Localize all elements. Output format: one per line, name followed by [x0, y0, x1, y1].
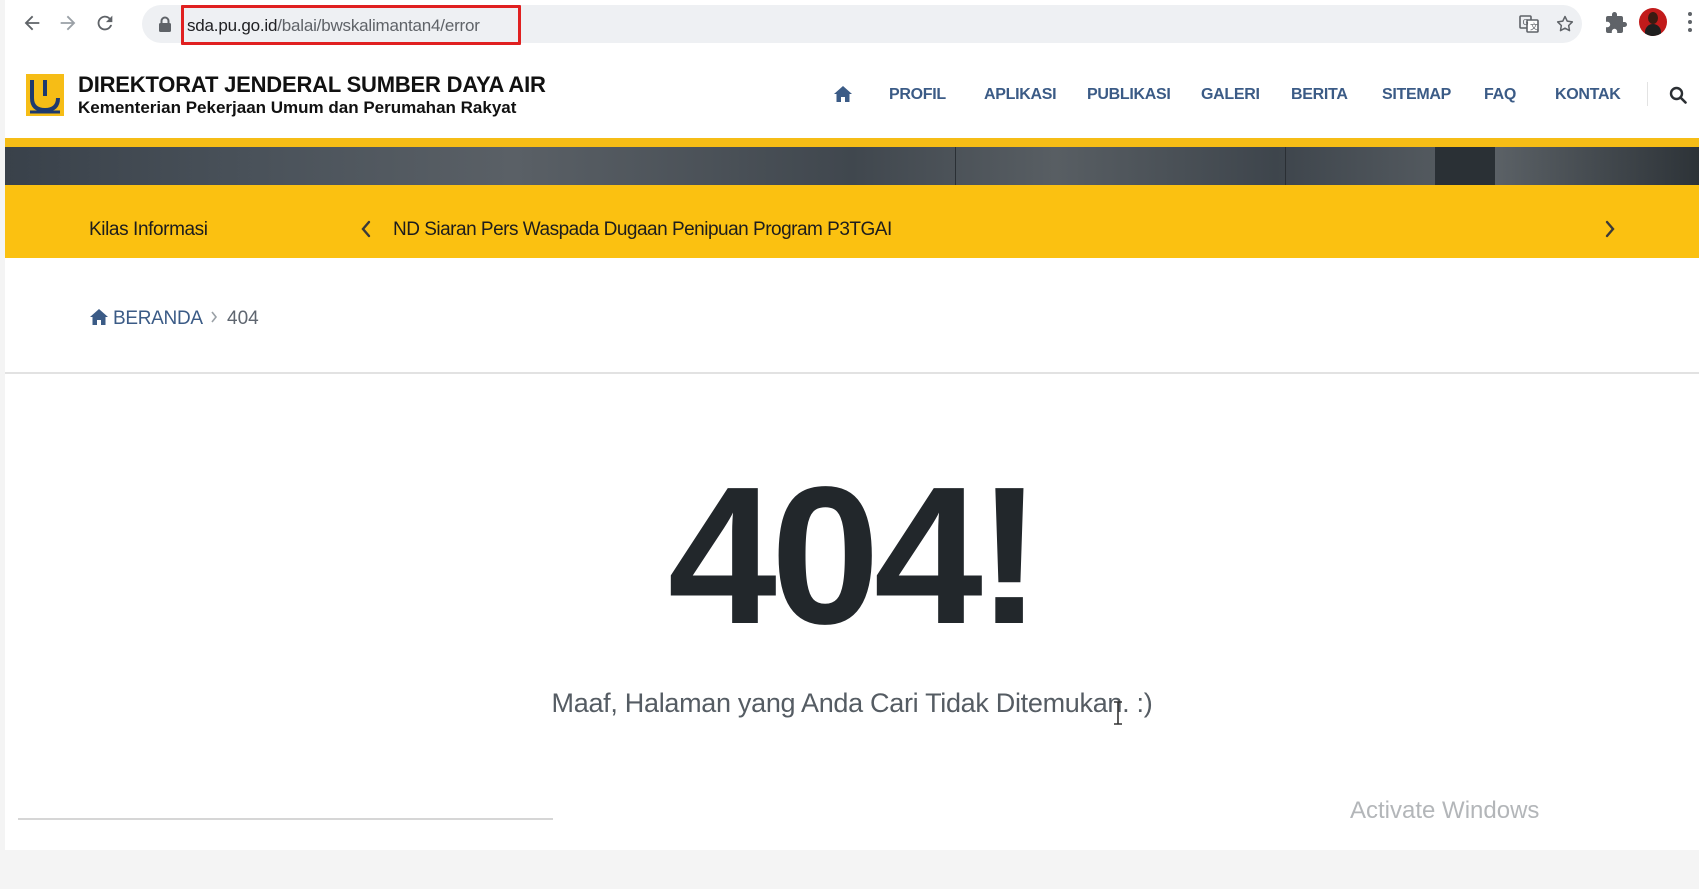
extensions-icon[interactable]	[1604, 11, 1628, 35]
content-divider	[5, 372, 1699, 374]
windows-activation-watermark: Activate Windows	[1350, 797, 1540, 824]
url-domain: sda.pu.go.id	[187, 16, 278, 35]
menu-home-icon[interactable]	[833, 85, 853, 103]
url-text[interactable]: sda.pu.go.id/balai/bwskalimantan4/error	[187, 16, 480, 36]
ticker-news-link[interactable]: ND Siaran Pers Waspada Dugaan Penipuan P…	[393, 219, 892, 241]
breadcrumb-separator-icon	[211, 311, 218, 323]
forward-button[interactable]	[55, 10, 81, 36]
bottom-edge-line	[18, 818, 553, 820]
browser-window: sda.pu.go.id/balai/bwskalimantan4/error …	[5, 0, 1699, 850]
profile-avatar[interactable]	[1639, 8, 1667, 36]
svg-text:G: G	[1523, 18, 1529, 27]
site-subtitle: Kementerian Pekerjaan Umum dan Perumahan…	[78, 98, 517, 117]
search-icon[interactable]	[1669, 86, 1687, 104]
reload-icon	[97, 15, 113, 31]
translate-icon[interactable]: G 文	[1519, 14, 1539, 34]
lock-icon	[159, 16, 171, 32]
url-path: /balai/bwskalimantan4/error	[277, 16, 480, 35]
back-button[interactable]	[19, 10, 45, 36]
site-header: DIREKTORAT JENDERAL SUMBER DAYA AIR Keme…	[5, 48, 1699, 138]
menu-item-galeri[interactable]: GALERI	[1201, 86, 1260, 104]
error-code-heading: 404!	[667, 446, 1042, 665]
arrow-right-icon	[60, 15, 76, 31]
text-cursor-icon	[1114, 701, 1122, 725]
menu-item-kontak[interactable]: KONTAK	[1555, 86, 1621, 104]
menu-item-faq[interactable]: FAQ	[1484, 86, 1516, 104]
reload-button[interactable]	[92, 10, 118, 36]
menu-item-publikasi[interactable]: PUBLIKASI	[1087, 86, 1171, 104]
ticker-label: Kilas Informasi	[89, 219, 208, 240]
error-message: Maaf, Halaman yang Anda Cari Tidak Ditem…	[551, 688, 1153, 718]
pu-logo[interactable]	[26, 74, 64, 116]
menu-item-profil[interactable]: PROFIL	[889, 86, 946, 104]
breadcrumb-home-link[interactable]: BERANDA	[113, 308, 203, 330]
menu-item-berita[interactable]: BERITA	[1291, 86, 1348, 104]
menu-item-aplikasi[interactable]: APLIKASI	[984, 86, 1057, 104]
browser-menu-icon[interactable]	[1688, 12, 1692, 32]
site-title[interactable]: DIREKTORAT JENDERAL SUMBER DAYA AIR	[78, 72, 546, 98]
menu-divider	[1647, 82, 1648, 106]
chevron-left-icon[interactable]	[359, 220, 373, 238]
svg-text:文: 文	[1530, 22, 1538, 32]
kilas-informasi-bar: Kilas Informasi ND Siaran Pers Waspada D…	[5, 185, 1699, 258]
breadcrumb-current: 404	[227, 308, 259, 329]
banner-image	[5, 147, 1699, 185]
chevron-right-icon[interactable]	[1603, 220, 1617, 238]
pu-logo-icon	[26, 74, 64, 116]
menu-item-sitemap[interactable]: SITEMAP	[1382, 86, 1451, 104]
home-icon[interactable]	[89, 308, 109, 326]
address-bar[interactable]: sda.pu.go.id/balai/bwskalimantan4/error …	[142, 5, 1582, 45]
header-accent-bar	[5, 138, 1699, 147]
browser-toolbar: sda.pu.go.id/balai/bwskalimantan4/error …	[5, 0, 1699, 49]
star-icon[interactable]	[1555, 14, 1575, 34]
arrow-left-icon	[24, 15, 40, 31]
